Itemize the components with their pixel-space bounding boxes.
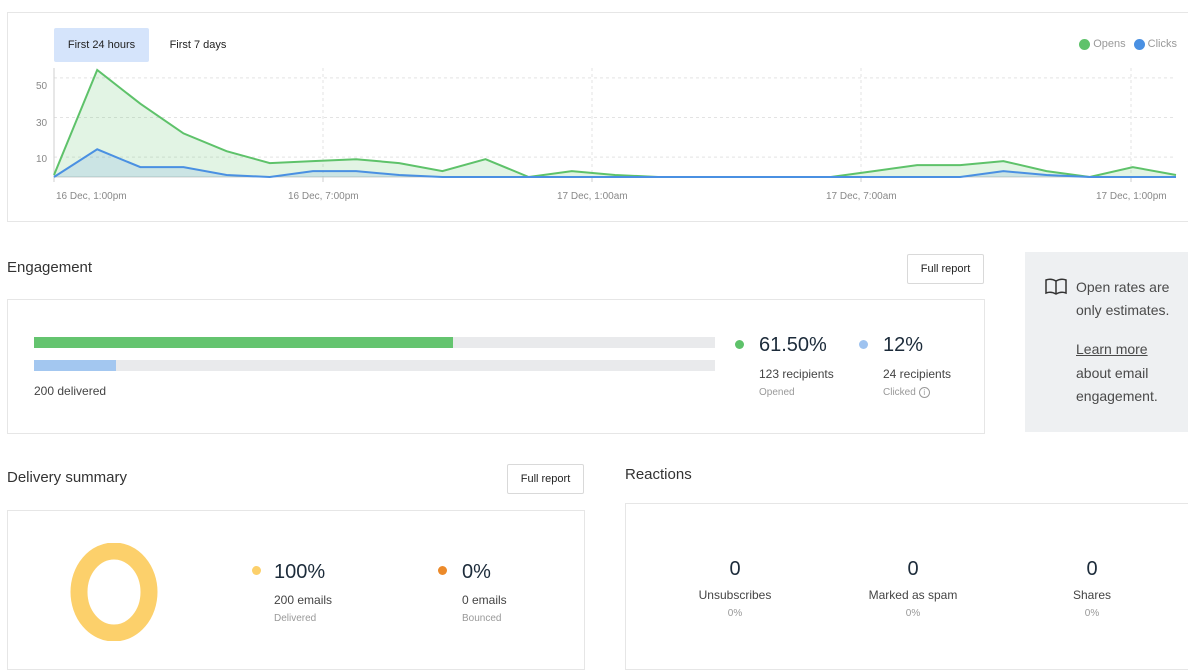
clicked-color-dot xyxy=(859,340,868,349)
clicked-progress-fill xyxy=(34,360,116,371)
bounced-emails-count: 0 emails xyxy=(462,593,507,607)
opened-color-dot xyxy=(735,340,744,349)
bounced-percent: 0% xyxy=(462,561,491,583)
x-tick-label: 17 Dec, 1:00pm xyxy=(1096,191,1167,202)
reactions-title: Reactions xyxy=(625,466,692,483)
x-tick-label: 16 Dec, 1:00pm xyxy=(56,191,127,202)
opened-percent: 61.50% xyxy=(759,334,827,356)
unsubscribes-percent: 0% xyxy=(727,608,743,619)
info-line-1: Open rates are xyxy=(1076,279,1170,295)
bounced-label: Bounced xyxy=(462,613,502,624)
spam-value: 0 xyxy=(907,558,919,580)
clicked-recipients: 24 recipients xyxy=(883,367,952,381)
delivered-emails-count: 200 emails xyxy=(274,593,333,607)
opened-progress-bar xyxy=(34,337,715,348)
clicked-label-text: Clicked xyxy=(883,387,916,398)
series-area-opens xyxy=(54,70,1176,177)
delivered-label: Delivered xyxy=(274,613,317,624)
shares-percent: 0% xyxy=(1084,608,1100,619)
delivered-color-dot xyxy=(252,566,261,575)
engagement-full-report-button[interactable]: Full report xyxy=(907,254,984,284)
book-icon xyxy=(1045,278,1067,295)
bounced-color-dot xyxy=(438,566,447,575)
info-line-4: engagement. xyxy=(1076,388,1158,404)
engagement-title: Engagement xyxy=(7,259,93,276)
delivery-donut-chart xyxy=(70,543,158,641)
delivered-percent: 100% xyxy=(274,561,326,583)
reactions-card xyxy=(625,503,1188,670)
spam-percent: 0% xyxy=(905,608,921,619)
clicked-percent: 12% xyxy=(883,334,924,356)
spam-label: Marked as spam xyxy=(868,588,958,602)
delivery-summary-title: Delivery summary xyxy=(7,469,128,486)
x-tick-label: 17 Dec, 7:00am xyxy=(826,191,897,202)
clicked-label: Clicked i xyxy=(883,387,930,398)
clicked-progress-bar xyxy=(34,360,715,371)
delivery-full-report-button[interactable]: Full report xyxy=(507,464,584,494)
unsubscribes-label: Unsubscribes xyxy=(698,588,772,602)
shares-label: Shares xyxy=(1072,588,1112,602)
donut-delivered-segment xyxy=(70,543,158,641)
info-line-2: only estimates. xyxy=(1076,302,1170,318)
x-tick-label: 16 Dec, 7:00pm xyxy=(288,191,359,202)
shares-value: 0 xyxy=(1086,558,1098,580)
x-tick-label: 17 Dec, 1:00am xyxy=(557,191,628,202)
opened-recipients: 123 recipients xyxy=(759,367,834,381)
unsubscribes-value: 0 xyxy=(729,558,741,580)
opened-progress-fill xyxy=(34,337,453,348)
info-line-3: about email xyxy=(1076,365,1149,381)
info-icon[interactable]: i xyxy=(918,387,930,398)
opened-label: Opened xyxy=(759,387,795,398)
learn-more-link[interactable]: Learn more xyxy=(1076,338,1148,361)
delivered-count-label: 200 delivered xyxy=(34,384,107,398)
